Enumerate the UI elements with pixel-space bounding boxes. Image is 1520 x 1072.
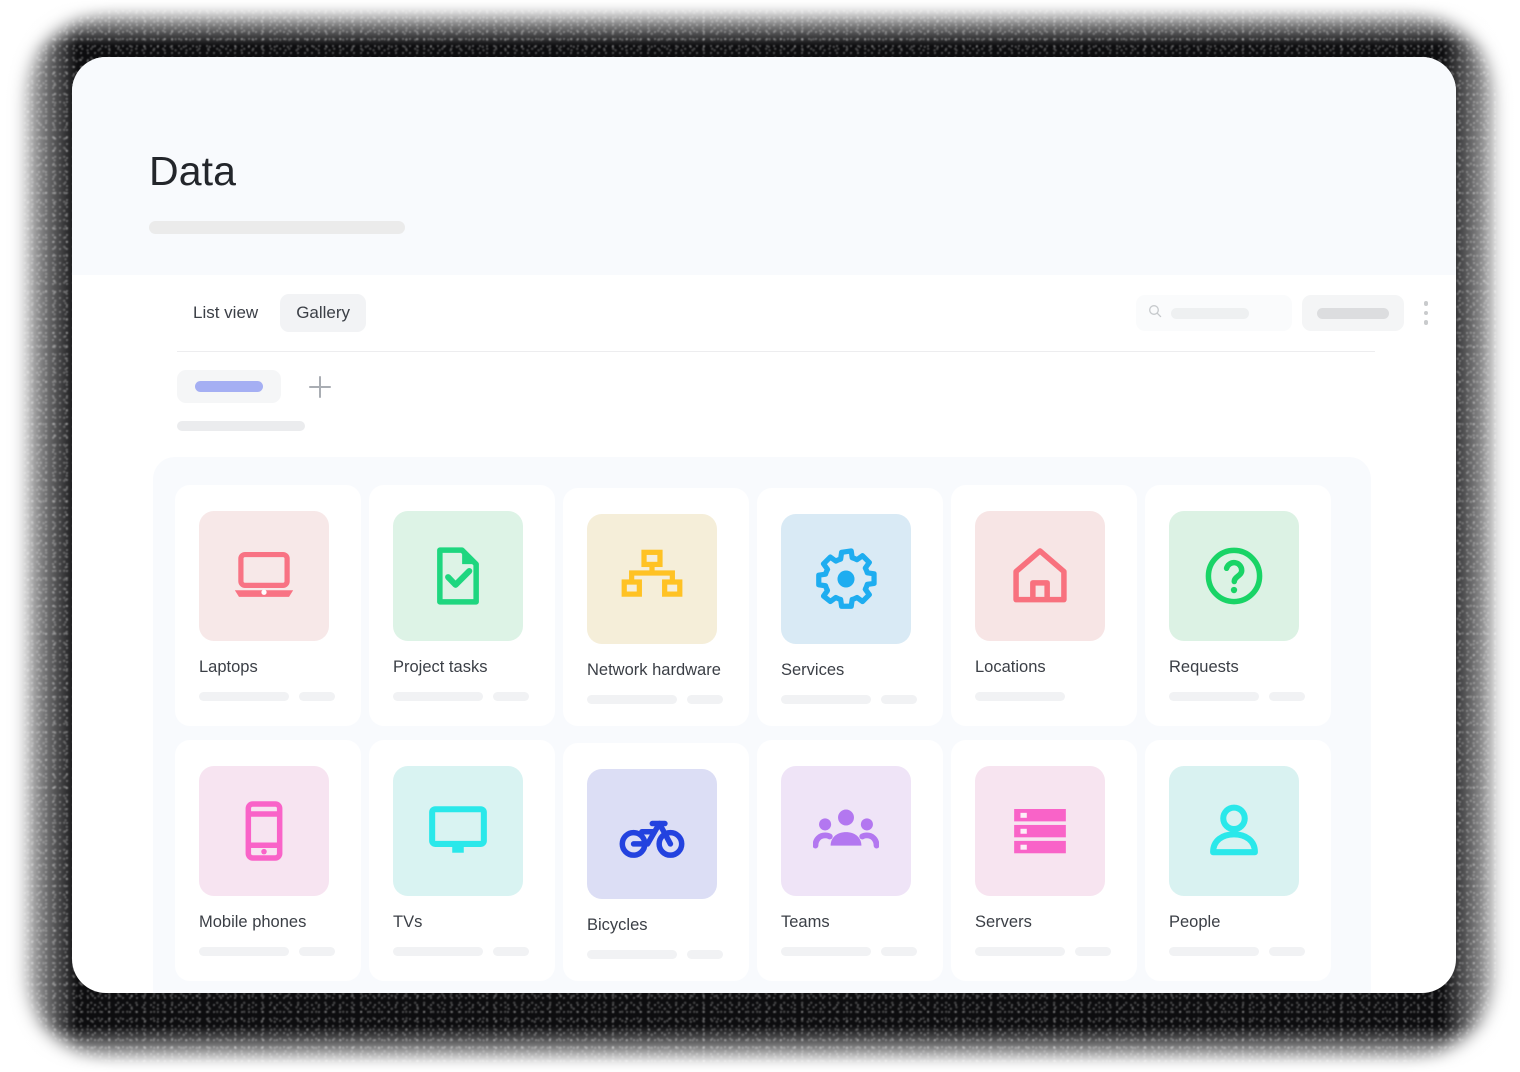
- meta-bar-long: [975, 947, 1065, 957]
- meta-bar-short: [493, 947, 529, 957]
- view-toolbar: List view Gallery: [72, 275, 1456, 351]
- meta-bar-long: [199, 692, 289, 702]
- meta-bar-long: [393, 947, 483, 957]
- gallery-card[interactable]: TVs: [369, 740, 555, 982]
- meta-bar-short: [1269, 947, 1305, 957]
- filter-chip[interactable]: [177, 370, 281, 403]
- gallery-card-meta-placeholder: [781, 695, 919, 705]
- gallery-card-meta-placeholder: [587, 695, 725, 705]
- gallery-card-label: People: [1169, 913, 1221, 932]
- meta-bar-short: [881, 695, 917, 705]
- gallery-card-label: Bicycles: [587, 916, 648, 935]
- page-subtitle-placeholder: [149, 221, 405, 234]
- toolbar-actions: [1136, 295, 1438, 331]
- gallery-card-meta-placeholder: [199, 692, 337, 702]
- gallery-card-label: Services: [781, 661, 845, 679]
- gallery-card[interactable]: Project tasks: [369, 485, 555, 727]
- gallery-card-label: Servers: [975, 913, 1032, 932]
- gallery-card-meta-placeholder: [393, 947, 531, 957]
- kebab-dot: [1423, 310, 1429, 316]
- people-group-icon: [781, 766, 911, 897]
- gear-icon: [781, 514, 911, 644]
- gallery-card[interactable]: Laptops: [175, 485, 361, 727]
- meta-bar-long: [1169, 947, 1259, 957]
- bicycle-icon: [587, 769, 717, 900]
- gallery-card[interactable]: Services: [757, 488, 943, 727]
- meta-bar-short: [881, 947, 917, 957]
- gallery-card-label: Locations: [975, 658, 1046, 676]
- gallery-card-meta-placeholder: [975, 692, 1113, 702]
- meta-bar-short: [493, 692, 529, 702]
- gallery-card-meta-placeholder: [199, 947, 337, 957]
- home-icon: [975, 511, 1105, 641]
- meta-bar-long: [587, 695, 677, 705]
- gallery-card-label: Requests: [1169, 658, 1239, 676]
- search-input[interactable]: [1136, 295, 1292, 331]
- filter-chip-label-placeholder: [195, 381, 263, 392]
- gallery-card-label: Mobile phones: [199, 913, 307, 932]
- meta-bar-short: [1269, 692, 1305, 702]
- person-icon: [1169, 766, 1299, 897]
- hierarchy-icon: [587, 514, 717, 644]
- meta-bar-long: [199, 947, 289, 957]
- search-icon: [1148, 304, 1162, 323]
- gallery-card-label: Laptops: [199, 658, 258, 676]
- page-header: Data: [72, 57, 1456, 275]
- page-title: Data: [149, 148, 237, 194]
- meta-bar-short: [299, 947, 335, 957]
- meta-bar-long: [587, 950, 677, 960]
- meta-bar-long: [975, 692, 1065, 702]
- meta-bar-short: [1075, 947, 1111, 957]
- gallery-card[interactable]: Mobile phones: [175, 740, 361, 982]
- gallery-card[interactable]: Network hardware: [563, 488, 749, 727]
- meta-bar-long: [1169, 692, 1259, 702]
- app-window: Data List view Gallery Laptops Project t…: [72, 57, 1456, 993]
- screenshot-stage: Data List view Gallery Laptops Project t…: [0, 0, 1520, 1072]
- gallery-card-label: Network hardware: [587, 661, 721, 679]
- toolbar-action-label-placeholder: [1317, 307, 1389, 319]
- gallery-grid: Laptops Project tasks Network hardware Serv…: [153, 457, 1371, 993]
- filter-subline-placeholder: [177, 421, 305, 431]
- kebab-dot: [1423, 301, 1429, 306]
- meta-bar-long: [781, 695, 871, 705]
- gallery-card-meta-placeholder: [1169, 947, 1307, 957]
- gallery-card[interactable]: Teams: [757, 740, 943, 982]
- gallery-card[interactable]: Bicycles: [563, 743, 749, 982]
- laptop-icon: [199, 511, 329, 641]
- tab-list-view[interactable]: List view: [177, 294, 274, 332]
- meta-bar-short: [687, 695, 723, 705]
- gallery-card[interactable]: Servers: [951, 740, 1137, 982]
- search-placeholder: [1171, 307, 1249, 319]
- meta-bar-short: [299, 692, 335, 702]
- kebab-dot: [1423, 320, 1429, 325]
- view-tabs: List view Gallery: [177, 294, 367, 332]
- gallery-card-label: Teams: [781, 913, 830, 932]
- gallery-card[interactable]: Requests: [1145, 485, 1331, 727]
- meta-bar-long: [393, 692, 483, 702]
- gallery-card[interactable]: People: [1145, 740, 1331, 982]
- server-stack-icon: [975, 766, 1105, 897]
- overflow-menu-icon[interactable]: [1414, 295, 1438, 331]
- tab-gallery[interactable]: Gallery: [280, 294, 367, 332]
- gallery-card-label: TVs: [393, 913, 423, 932]
- plus-icon[interactable]: [309, 375, 331, 398]
- gallery-card-meta-placeholder: [781, 947, 919, 957]
- monitor-icon: [393, 766, 523, 897]
- toolbar-action-button[interactable]: [1302, 295, 1404, 331]
- gallery-card-label: Project tasks: [393, 658, 488, 676]
- gallery-card[interactable]: Locations: [951, 485, 1137, 727]
- mobile-phone-icon: [199, 766, 329, 897]
- gallery-card-meta-placeholder: [587, 950, 725, 960]
- document-check-icon: [393, 511, 523, 641]
- gallery-card-meta-placeholder: [975, 947, 1113, 957]
- gallery-card-meta-placeholder: [393, 692, 531, 702]
- question-circle-icon: [1169, 511, 1299, 641]
- meta-bar-long: [781, 947, 871, 957]
- gallery-card-meta-placeholder: [1169, 692, 1307, 702]
- meta-bar-short: [687, 950, 723, 960]
- filter-chip-row: [72, 352, 1456, 403]
